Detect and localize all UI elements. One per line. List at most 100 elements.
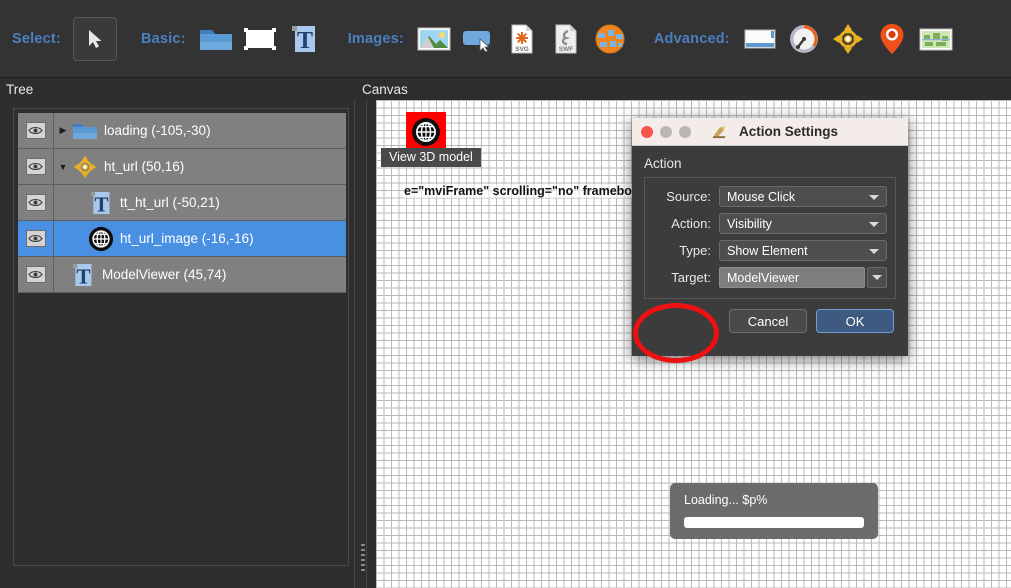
svg-file-icon: SVG	[511, 24, 533, 53]
type-label: Type:	[679, 243, 711, 258]
toolbar-group-select: Select:	[12, 16, 117, 61]
map-thumbnail-icon	[919, 28, 953, 50]
visibility-toggle[interactable]	[18, 148, 54, 185]
rectangle-icon	[243, 27, 276, 50]
chevron-right-icon[interactable]: ▶	[54, 125, 72, 136]
action-label: Action:	[671, 216, 711, 231]
rectangle-icon-button[interactable]	[238, 17, 282, 61]
tree-row[interactable]: ▼ ht_url (50,16)	[18, 148, 346, 185]
chevron-down-icon	[869, 248, 879, 254]
crosshair-icon-button[interactable]	[826, 17, 870, 61]
dialog-titlebar[interactable]: Action Settings	[632, 118, 908, 146]
map-thumbnail-icon-button[interactable]	[914, 17, 958, 61]
cursor-icon-button[interactable]	[72, 16, 117, 61]
button-icon-button[interactable]	[456, 17, 500, 61]
iframe-code-text: e="mviFrame" scrolling="no" framebo	[404, 184, 632, 198]
swf-file-icon-button[interactable]: SWF	[544, 17, 588, 61]
splitter-edge-left	[354, 100, 355, 588]
visibility-toggle[interactable]	[18, 112, 54, 149]
loading-widget[interactable]: Loading... $p%	[670, 483, 878, 539]
target-value-box[interactable]: ModelViewer	[719, 267, 865, 288]
dialog-section-label: Action	[644, 156, 682, 171]
globe-icon	[595, 24, 625, 53]
source-dropdown[interactable]: Mouse Click	[719, 186, 887, 207]
svg-text:SVG: SVG	[515, 46, 529, 53]
chevron-down-icon[interactable]: ▼	[54, 162, 72, 172]
toolbar-group-label-images: Images:	[347, 30, 404, 47]
visibility-toggle[interactable]	[18, 256, 54, 293]
loading-progress-bar	[684, 517, 864, 528]
toolbar-group-label-basic: Basic:	[140, 30, 186, 47]
tree-item-label: ht_url_image (-16,-16)	[120, 231, 254, 246]
tree-panel: ▶ loading (-105,-30) ▼ ht_url (50,16) T …	[13, 108, 349, 566]
app-icon-glyph	[712, 125, 726, 139]
crosshair-icon	[72, 155, 98, 179]
target-dropdown-button[interactable]	[867, 267, 887, 288]
folder-icon-glyph	[73, 123, 97, 139]
canvas-panel-title: Canvas	[362, 82, 408, 97]
crosshair-icon-glyph	[73, 155, 97, 178]
chevron-down-icon	[872, 275, 882, 280]
action-fieldset: Source: Mouse Click Action: Visibility T…	[644, 177, 896, 299]
tree-item-label: tt_ht_url (-50,21)	[120, 195, 220, 210]
map-pin-icon	[880, 23, 904, 54]
image-icon-button[interactable]	[412, 17, 456, 61]
button-icon	[462, 30, 490, 52]
eye-icon-glyph	[28, 198, 43, 207]
toolbar-group-label-advanced: Advanced:	[653, 30, 730, 47]
source-label: Source:	[666, 189, 711, 204]
panel-splitter[interactable]	[352, 100, 374, 588]
svg-text:T: T	[94, 192, 108, 216]
cursor-icon	[88, 29, 102, 48]
eye-icon-glyph	[28, 126, 43, 135]
text-icon: T	[70, 262, 96, 288]
globe-icon-button[interactable]	[588, 17, 632, 61]
eye-icon-glyph	[28, 162, 43, 171]
loading-label: Loading... $p%	[684, 493, 768, 507]
globe-widget-selected[interactable]	[406, 112, 446, 152]
dialog-title: Action Settings	[739, 124, 839, 139]
action-settings-dialog[interactable]: Action Settings Action Source: Mouse Cli…	[632, 118, 908, 356]
window-icon-button[interactable]	[738, 17, 782, 61]
visibility-toggle[interactable]	[18, 184, 54, 221]
window-icon	[744, 29, 776, 48]
text-icon: T	[291, 25, 315, 54]
chevron-down-icon	[869, 221, 879, 227]
target-dropdown[interactable]: ModelViewer	[719, 267, 887, 288]
ok-button[interactable]: OK	[816, 309, 894, 333]
field-row-action: Action: Visibility	[653, 213, 887, 234]
tree-row-content: T tt_ht_url (-50,21)	[54, 190, 346, 216]
swf-file-icon: SWF	[555, 24, 577, 53]
folder-icon-button[interactable]	[194, 17, 238, 61]
tree-item-label: ht_url (50,16)	[104, 159, 185, 174]
splitter-grip-handle[interactable]	[361, 544, 365, 574]
tree-row[interactable]: ht_url_image (-16,-16)	[18, 220, 346, 257]
target-value: ModelViewer	[727, 270, 800, 285]
eye-icon	[25, 230, 46, 247]
text-icon-button[interactable]: T	[282, 17, 326, 61]
visibility-toggle[interactable]	[18, 220, 54, 257]
svg-file-icon-button[interactable]: SVG	[500, 17, 544, 61]
tree-row[interactable]: ▶ loading (-105,-30)	[18, 112, 346, 149]
gauge-icon-button[interactable]	[782, 17, 826, 61]
image-icon	[417, 27, 451, 50]
maximize-icon[interactable]	[679, 125, 691, 138]
eye-icon	[25, 194, 46, 211]
cancel-button[interactable]: Cancel	[729, 309, 807, 333]
tree-row[interactable]: T tt_ht_url (-50,21)	[18, 184, 346, 221]
tree-row-content: ht_url_image (-16,-16)	[54, 226, 346, 252]
view-3d-model-tooltip: View 3D model	[381, 148, 481, 167]
type-dropdown[interactable]: Show Element	[719, 240, 887, 261]
tree-row-content: ▼ ht_url (50,16)	[54, 155, 346, 179]
eye-icon-glyph	[28, 234, 43, 243]
svg-text:SWF: SWF	[559, 46, 573, 53]
tree-item-label: loading (-105,-30)	[104, 123, 211, 138]
minimize-icon[interactable]	[660, 125, 672, 138]
eye-icon-glyph	[28, 270, 43, 279]
map-pin-icon-button[interactable]	[870, 17, 914, 61]
tree-list: ▶ loading (-105,-30) ▼ ht_url (50,16) T …	[18, 112, 346, 293]
action-dropdown[interactable]: Visibility	[719, 213, 887, 234]
close-icon[interactable]	[641, 125, 653, 138]
tree-row[interactable]: T ModelViewer (45,74)	[18, 256, 346, 293]
app-icon	[712, 124, 727, 139]
